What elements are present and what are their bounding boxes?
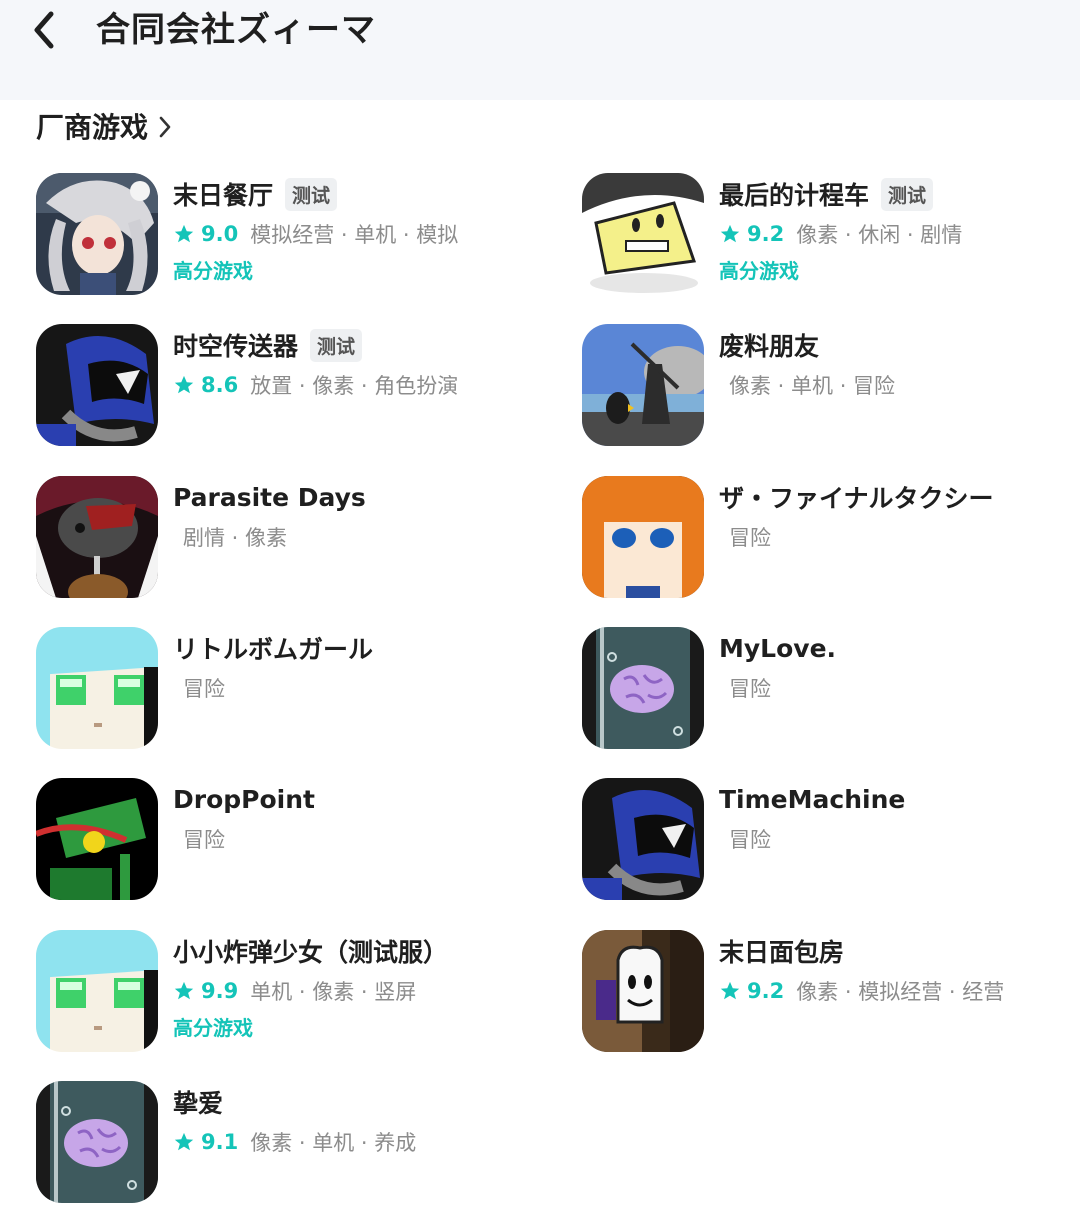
game-categories: 像素 · 休闲 · 剧情: [796, 223, 963, 247]
game-icon: [36, 1081, 158, 1203]
game-title: 小小炸弹少女（测试服）: [173, 938, 449, 967]
game-categories: 单机 · 像素 · 竖屏: [250, 980, 417, 1004]
game-title: ザ・ファイナルタクシー: [719, 484, 994, 513]
game-title: 末日面包房: [719, 938, 845, 967]
top-bar: 合同会社ズィーマ: [0, 0, 1080, 100]
star-icon: [174, 981, 194, 1000]
rating-score: 9.9: [201, 979, 239, 1003]
game-item[interactable]: 最后的计程车 测试 9.2 像素 · 休闲 · 剧情 高分游戏: [582, 173, 1080, 297]
game-item[interactable]: リトルボムガール 冒险: [36, 627, 536, 751]
section-title: 厂商游戏: [36, 111, 149, 144]
rating-score: 9.0: [201, 222, 239, 246]
star-icon: [720, 981, 740, 1000]
star-icon: [720, 224, 740, 243]
game-icon: [582, 324, 704, 446]
game-categories: 冒险: [729, 828, 771, 852]
game-title: 挚爱: [173, 1089, 224, 1118]
high-score-badge: 高分游戏: [719, 259, 799, 283]
test-tag: 测试: [310, 328, 363, 362]
game-categories: 冒险: [183, 828, 225, 852]
game-icon: [582, 930, 704, 1052]
game-icon: [36, 476, 158, 598]
game-title: Parasite Days: [173, 482, 366, 512]
star-icon: [174, 224, 194, 243]
game-title: 最后的计程车: [719, 181, 870, 210]
high-score-badge: 高分游戏: [173, 1016, 253, 1040]
game-categories: 冒险: [729, 677, 771, 701]
game-categories: 像素 · 模拟经营 · 经营: [796, 980, 1005, 1004]
game-icon: [36, 930, 158, 1052]
test-tag: 测试: [881, 177, 934, 211]
rating-score: 9.2: [747, 222, 785, 246]
game-categories: 放置 · 像素 · 角色扮演: [250, 374, 459, 398]
game-item[interactable]: 小小炸弹少女（测试服） 9.9 单机 · 像素 · 竖屏 高分游戏: [36, 930, 536, 1054]
section-header-link[interactable]: 厂商游戏: [36, 104, 172, 148]
chevron-right-icon: [159, 116, 171, 138]
game-title: リトルボムガール: [173, 635, 374, 664]
game-item[interactable]: ザ・ファイナルタクシー 冒险: [582, 476, 1080, 600]
game-categories: 剧情 · 像素: [183, 526, 288, 550]
game-categories: 像素 · 单机 · 养成: [250, 1131, 417, 1155]
game-item[interactable]: MyLove. 冒险: [582, 627, 1080, 751]
game-icon: [582, 476, 704, 598]
game-icon: [36, 173, 158, 295]
game-icon: [36, 324, 158, 446]
game-item[interactable]: 末日面包房 9.2 像素 · 模拟经营 · 经营: [582, 930, 1080, 1054]
chevron-left-icon: [34, 11, 54, 49]
game-title: 废料朋友: [719, 332, 820, 361]
game-icon: [36, 627, 158, 749]
rating-score: 9.2: [747, 979, 785, 1003]
high-score-badge: 高分游戏: [173, 259, 253, 283]
rating-score: 9.1: [201, 1130, 239, 1154]
rating-score: 8.6: [201, 373, 239, 397]
back-button[interactable]: [22, 8, 66, 52]
star-icon: [174, 1132, 194, 1151]
game-item[interactable]: 时空传送器 测试 8.6 放置 · 像素 · 角色扮演: [36, 324, 536, 448]
game-categories: 像素 · 单机 · 冒险: [729, 374, 896, 398]
game-categories: 模拟经营 · 单机 · 模拟: [250, 223, 459, 247]
game-title: TimeMachine: [719, 784, 906, 814]
game-title: 时空传送器: [173, 332, 299, 361]
game-item[interactable]: DropPoint 冒险: [36, 778, 536, 902]
game-item[interactable]: 挚爱 9.1 像素 · 单机 · 养成: [36, 1081, 536, 1205]
game-item[interactable]: 末日餐厅 测试 9.0 模拟经营 · 单机 · 模拟 高分游戏: [36, 173, 536, 297]
game-categories: 冒险: [729, 526, 771, 550]
game-title: MyLove.: [719, 633, 837, 663]
test-tag: 测试: [285, 177, 338, 211]
page-title: 合同会社ズィーマ: [96, 10, 376, 50]
game-icon: [582, 627, 704, 749]
game-icon: [582, 778, 704, 900]
game-title: DropPoint: [173, 784, 315, 814]
game-icon: [36, 778, 158, 900]
game-item[interactable]: 废料朋友 像素 · 单机 · 冒险: [582, 324, 1080, 448]
game-icon: [582, 173, 704, 295]
game-item[interactable]: Parasite Days 剧情 · 像素: [36, 476, 536, 600]
game-title: 末日餐厅: [173, 181, 274, 210]
game-categories: 冒险: [183, 677, 225, 701]
game-item[interactable]: TimeMachine 冒险: [582, 778, 1080, 902]
star-icon: [174, 375, 194, 394]
